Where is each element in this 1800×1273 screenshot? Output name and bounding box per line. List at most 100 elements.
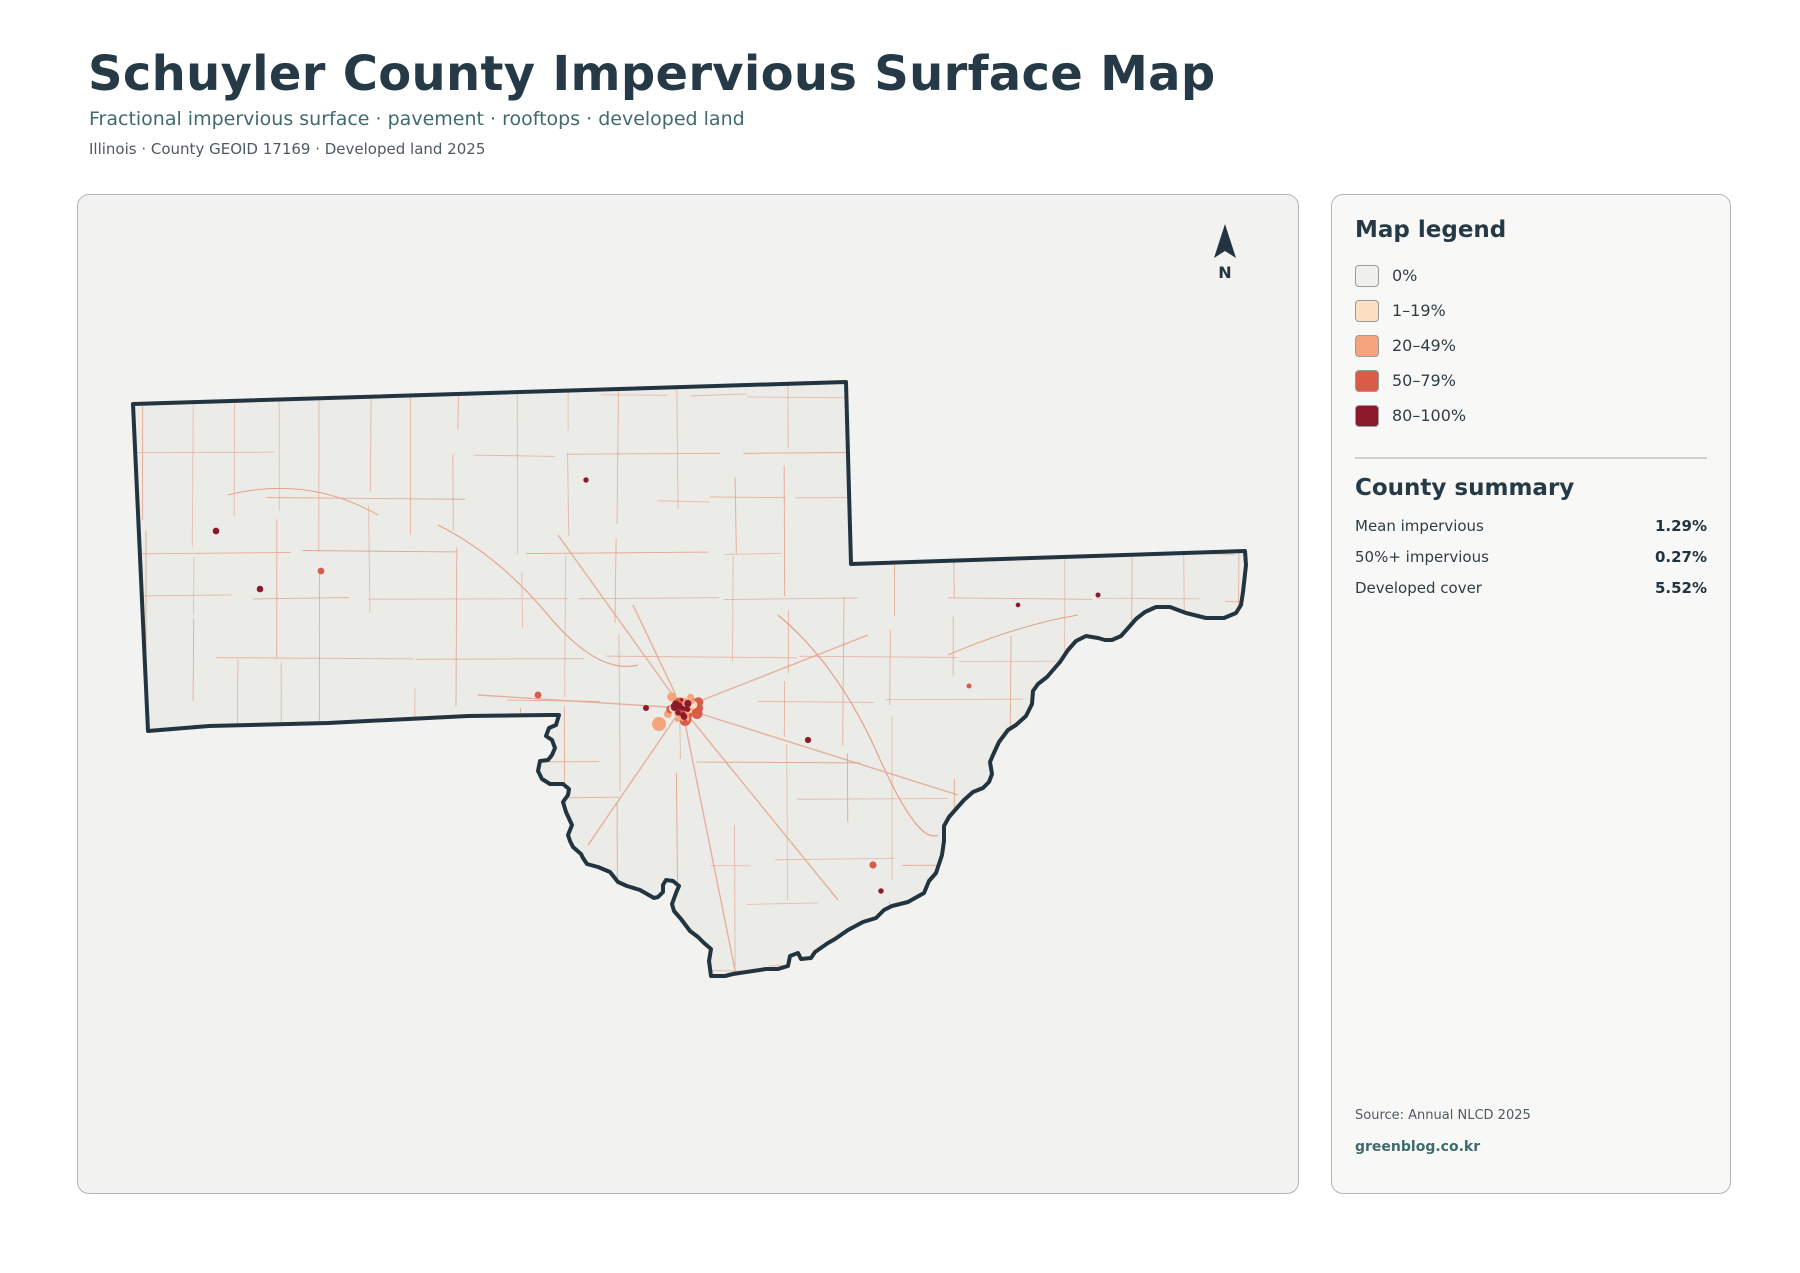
road-segment (408, 848, 412, 976)
legend-panel: Map legend 0% 1–19% 20–49% 50–79% 80–100… (1331, 194, 1731, 1194)
road-segment (674, 908, 677, 975)
developed-patch (212, 527, 220, 535)
developed-patch (675, 709, 681, 716)
road-segment (1181, 764, 1246, 768)
road-segment (1065, 438, 1068, 524)
road-segment (367, 820, 370, 952)
road-segment (319, 911, 322, 976)
developed-patch (691, 708, 703, 719)
page-title: Schuyler County Impervious Surface Map (88, 46, 1216, 102)
road-segment (262, 860, 316, 863)
legend-swatch (1355, 335, 1379, 357)
legend-divider (1355, 457, 1707, 459)
road-segment (1237, 775, 1241, 919)
legend-label: 50–79% (1392, 371, 1456, 390)
road-segment (1130, 382, 1132, 541)
road-segment (192, 618, 195, 701)
developed-patch (1015, 602, 1021, 608)
stat-value: 1.29% (1654, 517, 1707, 535)
road-segment (1107, 455, 1213, 459)
stat-label: Mean impervious (1355, 517, 1484, 535)
developed-patch (804, 736, 812, 744)
stat-value: 5.52% (1654, 579, 1707, 597)
county-land (133, 382, 1246, 976)
road-segment (1087, 655, 1230, 659)
road-segment (1012, 800, 1102, 803)
road-segment (133, 451, 274, 454)
road-segment (236, 963, 376, 966)
road-segment (193, 724, 196, 877)
road-segment (1238, 382, 1241, 423)
legend-swatch (1355, 300, 1379, 322)
developed-patch (583, 477, 589, 483)
road-segment (1096, 597, 1201, 600)
stat-row: 50%+ impervious 0.27% (1355, 548, 1707, 568)
developed-patch (678, 705, 682, 710)
developed-patch (667, 692, 677, 702)
developed-patch (670, 702, 678, 710)
developed-patch (652, 717, 666, 731)
road-segment (968, 801, 1009, 804)
north-label: N (1218, 263, 1232, 282)
stat-row: Developed cover 5.52% (1355, 579, 1707, 599)
legend-label: 80–100% (1392, 406, 1467, 425)
road-segment (1076, 393, 1246, 396)
road-segment (519, 707, 521, 800)
developed-patch (682, 719, 688, 725)
legend-title: Map legend (1355, 217, 1507, 243)
road-segment (597, 965, 697, 968)
road-segment (618, 960, 620, 976)
road-segment (1069, 382, 1072, 424)
road-segment (416, 658, 585, 660)
road-segment (1067, 846, 1069, 976)
developed-patch (1095, 592, 1101, 598)
developed-patch (966, 683, 972, 689)
legend-label: 1–19% (1392, 301, 1446, 320)
road-segment (1237, 928, 1240, 976)
summary-title: County summary (1355, 475, 1575, 501)
road-segment (237, 916, 240, 976)
road-segment (435, 802, 494, 806)
developed-patch (643, 705, 649, 711)
road-segment (133, 860, 244, 864)
developed-patch (869, 861, 877, 869)
road-segment (1076, 547, 1188, 550)
road-segment (884, 965, 1046, 968)
road-segment (304, 906, 393, 909)
legend-swatch (1355, 405, 1379, 427)
road-segment (140, 845, 143, 976)
site-link[interactable]: greenblog.co.kr (1355, 1139, 1480, 1155)
road-segment (1131, 557, 1133, 631)
road-segment (1064, 527, 1066, 664)
legend-label: 20–49% (1392, 336, 1456, 355)
developed-patch (534, 691, 542, 699)
stat-value: 0.27% (1654, 548, 1707, 566)
road-segment (367, 964, 370, 976)
map-panel[interactable] (77, 194, 1299, 1194)
developed-patch (317, 567, 325, 575)
county-map[interactable] (78, 195, 1299, 1194)
road-segment (955, 454, 1035, 456)
road-segment (940, 498, 1062, 500)
north-arrow: N (1210, 222, 1240, 282)
stat-label: Developed cover (1355, 579, 1482, 597)
road-segment (133, 798, 280, 801)
stat-label: 50%+ impervious (1355, 548, 1489, 566)
road-segment (368, 598, 568, 600)
north-arrow-icon (1214, 224, 1236, 258)
road-segment (981, 548, 1069, 551)
developed-patch (219, 754, 225, 760)
road-segment (454, 961, 458, 976)
source-note: Source: Annual NLCD 2025 (1355, 1108, 1531, 1123)
legend-swatch (1355, 370, 1379, 392)
developed-patch (680, 698, 684, 702)
developed-patch (684, 699, 692, 708)
road-segment (280, 741, 283, 883)
road-segment (1010, 935, 1013, 976)
page-meta: Illinois · County GEOID 17169 · Develope… (89, 140, 486, 158)
legend-swatch (1355, 265, 1379, 287)
stat-row: Mean impervious 1.29% (1355, 517, 1707, 537)
road-segment (1246, 660, 1299, 661)
road-segment (340, 759, 534, 762)
developed-patch (256, 585, 264, 593)
